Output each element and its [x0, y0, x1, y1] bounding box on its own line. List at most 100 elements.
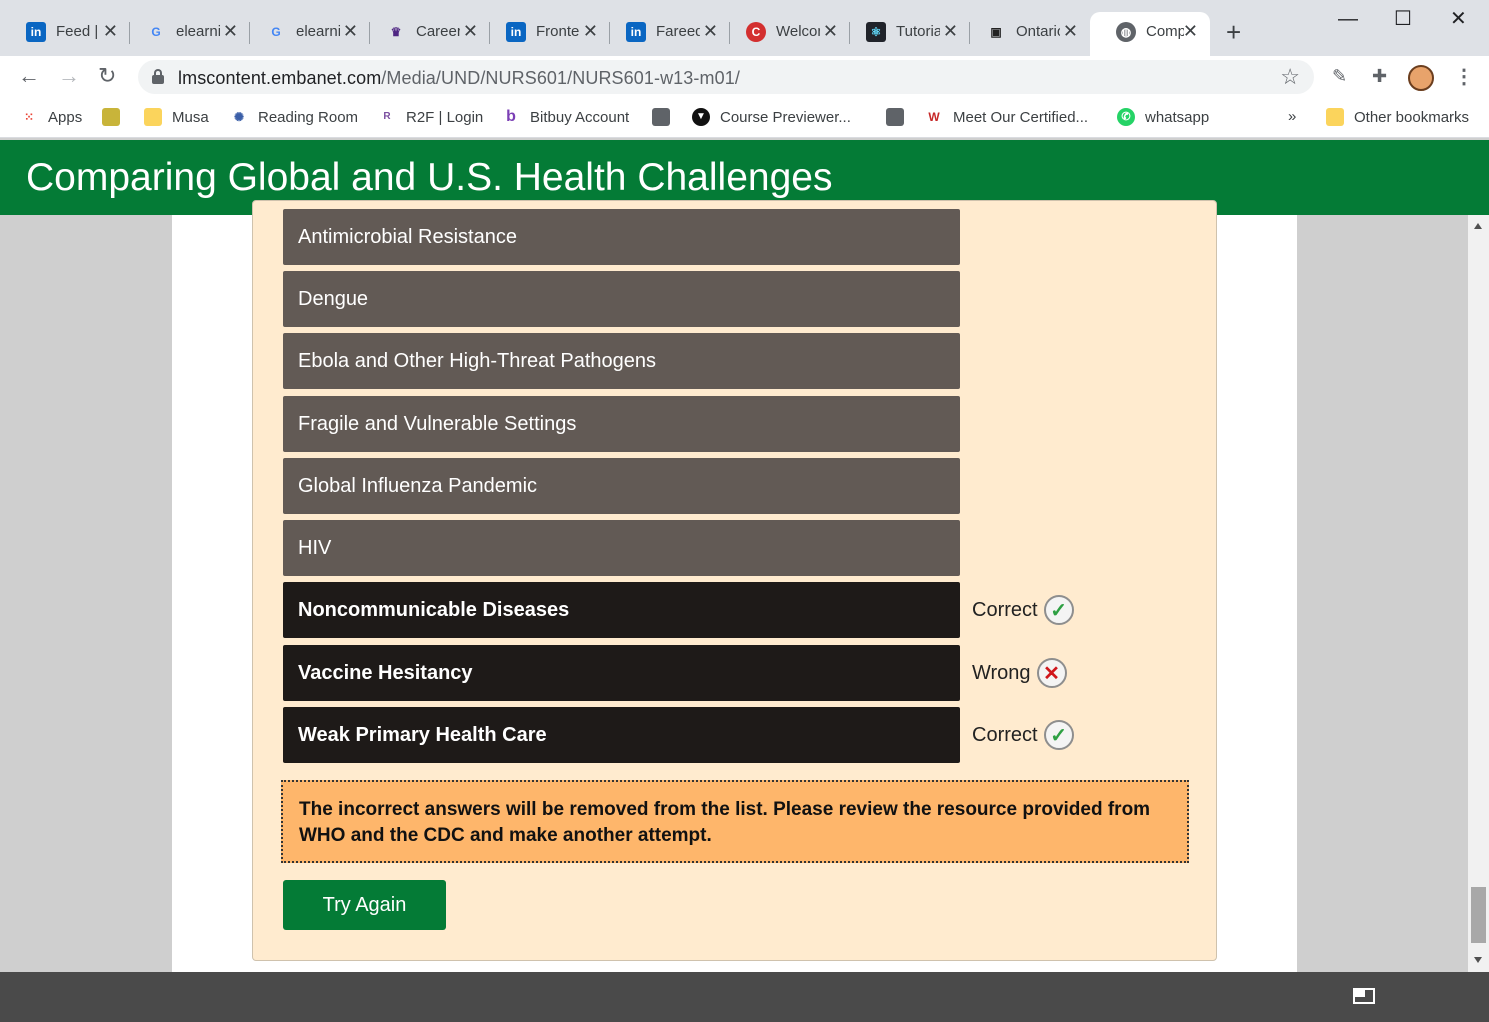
- bookmark-musa[interactable]: Musa: [144, 108, 209, 126]
- bookmark-label: Bitbuy Account: [530, 108, 630, 126]
- bookmark-bitbuy[interactable]: b Bitbuy Account: [502, 108, 629, 126]
- bookmark-label: Other bookmarks: [1354, 108, 1470, 126]
- tab-careers[interactable]: ♛ Careers ✕: [360, 14, 490, 50]
- bookmark-label: R2F | Login: [406, 108, 484, 126]
- extensions-puzzle-icon[interactable]: ✚: [1372, 66, 1387, 87]
- tab-label: Fareed: [656, 23, 700, 40]
- dms-icon: ▣: [990, 25, 1002, 39]
- option-label: Noncommunicable Diseases: [298, 598, 570, 621]
- close-icon[interactable]: ✕: [343, 20, 358, 42]
- tab-ontario[interactable]: ▣ Ontario ✕: [960, 14, 1090, 50]
- reload-icon[interactable]: ↻: [98, 64, 116, 88]
- forward-icon[interactable]: →: [58, 64, 80, 88]
- feedback-label: Correct: [972, 598, 1038, 621]
- tab-label: elearning: [176, 23, 220, 40]
- linkedin-icon: in: [26, 22, 46, 42]
- close-icon[interactable]: ✕: [1183, 20, 1198, 42]
- scrollbar-thumb[interactable]: [1471, 887, 1486, 943]
- tab-elearning-2[interactable]: G elearning ✕: [240, 14, 370, 50]
- minimize-icon[interactable]: —: [1338, 8, 1358, 30]
- checkmark-icon: ✓: [1043, 720, 1074, 750]
- maximize-icon[interactable]: ☐: [1394, 8, 1412, 30]
- tab-frontend[interactable]: in Frontend ✕: [480, 14, 610, 50]
- bookmark-course-previewer[interactable]: ▼ Course Previewer...: [692, 108, 851, 126]
- bookmark-label: whatsapp: [1145, 108, 1210, 126]
- tab-fareed[interactable]: in Fareed ✕: [600, 14, 730, 50]
- option-antimicrobial-resistance[interactable]: Antimicrobial Resistance: [283, 209, 960, 265]
- close-icon[interactable]: ✕: [583, 20, 598, 42]
- browser-menu-icon[interactable]: ⋮: [1454, 64, 1474, 89]
- bookmark-apps[interactable]: ⁙ Apps: [20, 108, 82, 126]
- sun-icon: ✺: [233, 110, 245, 124]
- close-icon[interactable]: ✕: [463, 20, 478, 42]
- google-icon: G: [151, 25, 161, 39]
- tab-feed[interactable]: in Feed | LinkedIn ✕: [0, 14, 130, 50]
- tab-tutorial[interactable]: ⚛ Tutorial ✕: [840, 14, 970, 50]
- browser-toolbar: ← → ↻ lmscontent.embanet.com/Media/UND/N…: [0, 56, 1489, 98]
- linkedin-icon: in: [626, 22, 646, 42]
- red-c-icon: C: [746, 22, 766, 42]
- bookmark-turtle[interactable]: [102, 108, 120, 126]
- folder-icon: [1326, 108, 1344, 126]
- apps-grid-icon: ⁙: [23, 110, 35, 124]
- close-icon[interactable]: ✕: [1063, 20, 1078, 42]
- bookmark-globe-2[interactable]: [886, 108, 904, 126]
- close-icon[interactable]: ✕: [823, 20, 838, 42]
- eyedropper-extension-icon[interactable]: ✎: [1332, 66, 1347, 87]
- close-icon[interactable]: ✕: [103, 20, 118, 42]
- checkmark-icon: ✓: [1043, 595, 1074, 625]
- tab-welcome[interactable]: C Welcome ✕: [720, 14, 850, 50]
- try-again-button[interactable]: Try Again: [283, 880, 446, 930]
- bookmark-star-icon[interactable]: ☆: [1280, 64, 1300, 90]
- option-vaccine-hesitancy[interactable]: Vaccine Hesitancy: [283, 645, 960, 701]
- bitbuy-icon: b: [506, 108, 516, 125]
- close-icon[interactable]: ✕: [943, 20, 958, 42]
- tab-label: Welcome: [776, 23, 820, 40]
- bookmark-r2f[interactable]: R R2F | Login: [378, 108, 483, 126]
- option-hiv[interactable]: HIV: [283, 520, 960, 576]
- back-icon[interactable]: ←: [18, 64, 40, 88]
- page-scrollbar[interactable]: [1468, 215, 1489, 972]
- page-title: Comparing Global and U.S. Health Challen…: [26, 156, 833, 199]
- bookmarks-overflow-button[interactable]: »: [1288, 108, 1296, 125]
- option-fragile-settings[interactable]: Fragile and Vulnerable Settings: [283, 396, 960, 452]
- bookmark-globe[interactable]: [652, 108, 670, 126]
- scroll-down-arrow-icon[interactable]: [1474, 957, 1482, 963]
- feedback-correct: Correct ✓: [972, 720, 1074, 750]
- google-icon: G: [271, 25, 281, 39]
- bookmark-other[interactable]: Other bookmarks: [1326, 108, 1469, 126]
- fullscreen-icon[interactable]: [1353, 988, 1375, 1004]
- feedback-message: The incorrect answers will be removed fr…: [281, 780, 1189, 863]
- close-icon[interactable]: ✕: [703, 20, 718, 42]
- option-noncommunicable-diseases[interactable]: Noncommunicable Diseases: [283, 582, 960, 638]
- address-bar[interactable]: lmscontent.embanet.com/Media/UND/NURS601…: [138, 60, 1314, 94]
- bookmark-meet-certified[interactable]: W Meet Our Certified...: [925, 108, 1088, 126]
- tab-strip: in Feed | LinkedIn ✕ G elearning ✕ G ele…: [0, 0, 1489, 56]
- close-icon[interactable]: ✕: [223, 20, 238, 42]
- bookmark-reading-room[interactable]: ✺ Reading Room: [230, 108, 358, 126]
- option-label: Global Influenza Pandemic: [298, 474, 538, 497]
- tab-label: Feed | LinkedIn: [56, 23, 100, 40]
- university-crest-icon: ♛: [390, 25, 402, 39]
- certified-icon: W: [928, 110, 940, 124]
- window-close-icon[interactable]: ✕: [1450, 8, 1467, 30]
- globe-icon: ◍: [1116, 22, 1136, 42]
- scroll-up-arrow-icon[interactable]: [1474, 223, 1482, 229]
- option-weak-primary-health-care[interactable]: Weak Primary Health Care: [283, 707, 960, 763]
- tab-elearning-1[interactable]: G elearning ✕: [120, 14, 250, 50]
- r2f-icon: R: [383, 111, 391, 122]
- tab-label: Frontend: [536, 23, 580, 40]
- option-label: Ebola and Other High-Threat Pathogens: [298, 349, 656, 372]
- bookmark-label: Course Previewer...: [720, 108, 851, 126]
- tab-comparing-active[interactable]: ◍ Comparing ✕: [1090, 12, 1210, 56]
- url-path: /Media/UND/NURS601/NURS601-w13-m01/: [381, 68, 740, 88]
- player-footer-bar: [0, 972, 1489, 1022]
- url-text[interactable]: lmscontent.embanet.com/Media/UND/NURS601…: [178, 68, 740, 89]
- option-dengue[interactable]: Dengue: [283, 271, 960, 327]
- new-tab-button[interactable]: +: [1226, 18, 1241, 46]
- bookmark-label: Meet Our Certified...: [953, 108, 1089, 126]
- option-ebola[interactable]: Ebola and Other High-Threat Pathogens: [283, 333, 960, 389]
- option-global-influenza[interactable]: Global Influenza Pandemic: [283, 458, 960, 514]
- bookmark-whatsapp[interactable]: ✆ whatsapp: [1117, 108, 1209, 126]
- profile-avatar[interactable]: [1408, 65, 1434, 91]
